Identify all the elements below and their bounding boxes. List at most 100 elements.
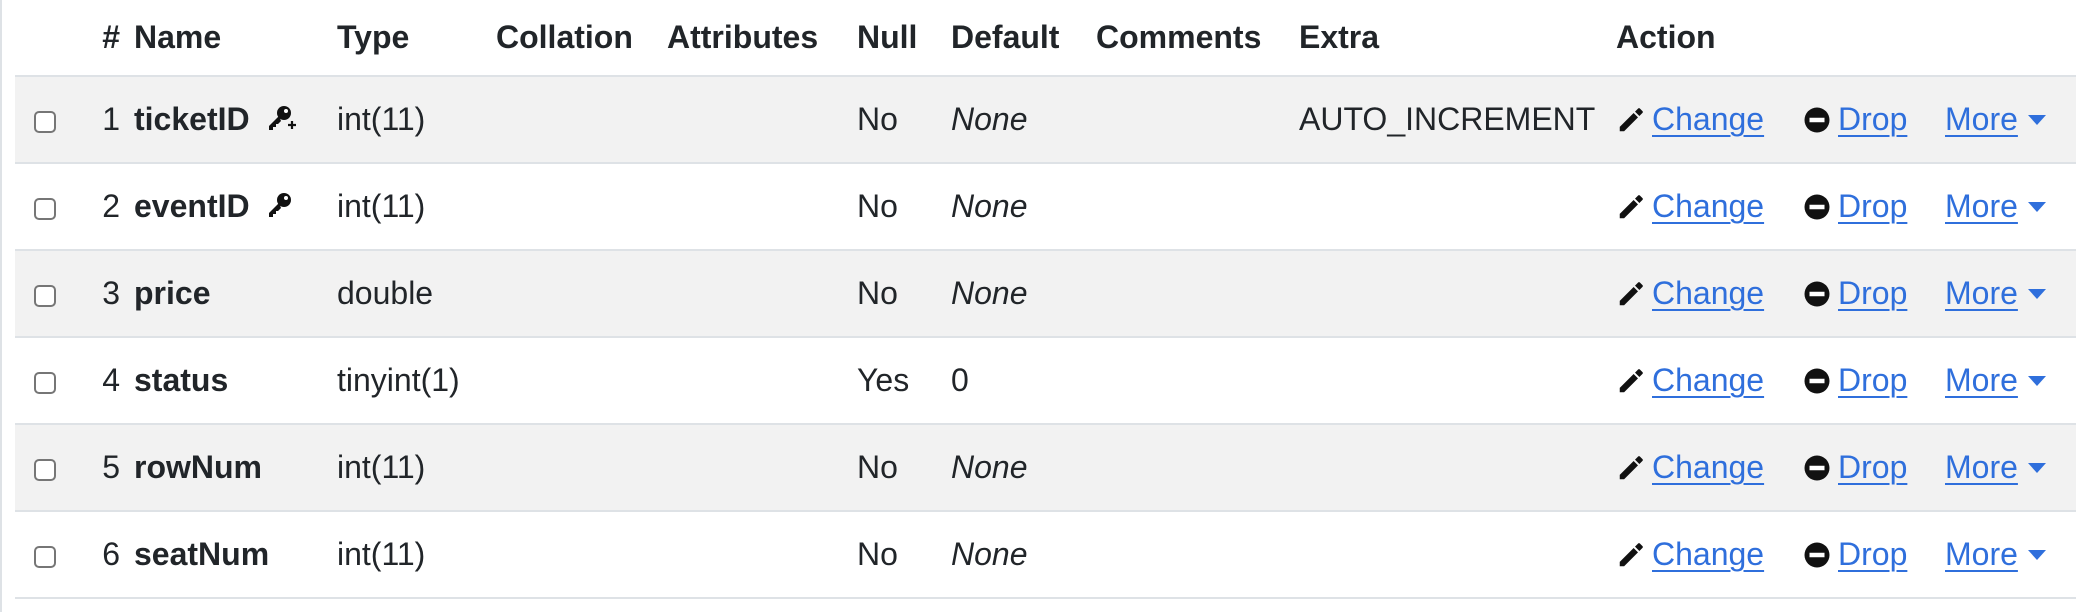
- change-link[interactable]: Change: [1652, 536, 1764, 573]
- column-type: int(11): [337, 449, 426, 485]
- column-comments: [1096, 163, 1299, 250]
- column-name[interactable]: eventID: [134, 188, 250, 224]
- row-checkbox[interactable]: [34, 371, 56, 394]
- column-comments: [1096, 337, 1299, 424]
- column-name[interactable]: rowNum: [134, 449, 262, 485]
- drop-button[interactable]: Drop: [1802, 362, 1945, 399]
- more-link[interactable]: More: [1945, 536, 2018, 573]
- pencil-icon: [1619, 281, 1643, 305]
- row-number: 2: [102, 188, 120, 224]
- column-extra: [1299, 163, 1616, 250]
- more-dropdown[interactable]: More: [1945, 362, 2046, 399]
- column-collation: [496, 76, 667, 163]
- change-button[interactable]: Change: [1616, 275, 1802, 312]
- row-number: 4: [102, 362, 120, 398]
- column-null: No: [857, 275, 898, 311]
- drop-link[interactable]: Drop: [1838, 449, 1907, 486]
- column-comments: [1096, 511, 1299, 598]
- column-collation: [496, 163, 667, 250]
- drop-link[interactable]: Drop: [1838, 275, 1907, 312]
- header-type: Type: [337, 0, 496, 77]
- caret-down-icon: [2027, 375, 2046, 386]
- column-comments: [1096, 76, 1299, 163]
- row-actions: Change Drop More: [1616, 536, 2076, 573]
- minus-circle-icon: [1804, 107, 1830, 132]
- drop-link[interactable]: Drop: [1838, 362, 1907, 399]
- column-default: None: [951, 101, 1028, 137]
- caret-down-icon: [2027, 288, 2046, 299]
- column-name[interactable]: status: [134, 362, 228, 398]
- more-link[interactable]: More: [1945, 275, 2018, 312]
- table-row: 5 rowNum int(11) No None Change Drop Mor…: [15, 424, 2076, 511]
- drop-button[interactable]: Drop: [1802, 101, 1945, 138]
- column-extra: AUTO_INCREMENT: [1299, 101, 1596, 137]
- row-actions: Change Drop More: [1616, 188, 2076, 225]
- left-border: [0, 0, 2, 612]
- column-name[interactable]: ticketID: [134, 101, 250, 137]
- more-link[interactable]: More: [1945, 362, 2018, 399]
- more-dropdown[interactable]: More: [1945, 449, 2046, 486]
- more-dropdown[interactable]: More: [1945, 275, 2046, 312]
- change-link[interactable]: Change: [1652, 188, 1764, 225]
- more-link[interactable]: More: [1945, 188, 2018, 225]
- column-attributes: [667, 250, 857, 337]
- column-collation: [496, 250, 667, 337]
- drop-button[interactable]: Drop: [1802, 188, 1945, 225]
- row-actions: Change Drop More: [1616, 449, 2076, 486]
- row-checkbox[interactable]: [34, 545, 56, 568]
- more-link[interactable]: More: [1945, 101, 2018, 138]
- drop-button[interactable]: Drop: [1802, 275, 1945, 312]
- change-button[interactable]: Change: [1616, 362, 1802, 399]
- more-dropdown[interactable]: More: [1945, 188, 2046, 225]
- minus-circle-icon: [1804, 542, 1830, 567]
- header-extra: Extra: [1299, 0, 1616, 77]
- change-button[interactable]: Change: [1616, 536, 1802, 573]
- drop-link[interactable]: Drop: [1838, 536, 1907, 573]
- more-link[interactable]: More: [1945, 449, 2018, 486]
- column-name[interactable]: price: [134, 275, 210, 311]
- header-collation: Collation: [496, 0, 667, 77]
- table-row: 6 seatNum int(11) No None Change Drop Mo…: [15, 511, 2076, 598]
- column-comments: [1096, 424, 1299, 511]
- drop-button[interactable]: Drop: [1802, 536, 1945, 573]
- caret-down-icon: [2027, 114, 2046, 125]
- change-link[interactable]: Change: [1652, 362, 1764, 399]
- column-type: int(11): [337, 536, 426, 572]
- column-extra: [1299, 511, 1616, 598]
- change-link[interactable]: Change: [1652, 275, 1764, 312]
- change-button[interactable]: Change: [1616, 101, 1802, 138]
- drop-link[interactable]: Drop: [1838, 101, 1907, 138]
- header-checkbox-column: [15, 0, 75, 77]
- column-name[interactable]: seatNum: [134, 536, 269, 572]
- column-type: tinyint(1): [337, 362, 460, 398]
- primary-key-icon: [268, 106, 296, 130]
- change-button[interactable]: Change: [1616, 449, 1802, 486]
- column-comments: [1096, 250, 1299, 337]
- row-number: 5: [102, 449, 120, 485]
- row-actions: Change Drop More: [1616, 362, 2076, 399]
- drop-link[interactable]: Drop: [1838, 188, 1907, 225]
- change-link[interactable]: Change: [1652, 449, 1764, 486]
- minus-circle-icon: [1804, 455, 1830, 480]
- more-dropdown[interactable]: More: [1945, 101, 2046, 138]
- more-dropdown[interactable]: More: [1945, 536, 2046, 573]
- column-attributes: [667, 424, 857, 511]
- drop-button[interactable]: Drop: [1802, 449, 1945, 486]
- change-button[interactable]: Change: [1616, 188, 1802, 225]
- column-default: 0: [951, 362, 969, 398]
- pencil-icon: [1619, 194, 1643, 218]
- row-checkbox[interactable]: [34, 284, 56, 307]
- row-checkbox[interactable]: [34, 197, 56, 220]
- column-default: None: [951, 536, 1028, 572]
- column-attributes: [667, 163, 857, 250]
- header-name[interactable]: Name: [134, 0, 337, 77]
- column-extra: [1299, 337, 1616, 424]
- column-type: double: [337, 275, 434, 311]
- column-attributes: [667, 337, 857, 424]
- header-action: Action: [1616, 0, 2076, 77]
- row-checkbox[interactable]: [34, 110, 56, 133]
- pencil-icon: [1619, 368, 1643, 392]
- table-row: 2 eventID int(11) No None Change Drop Mo…: [15, 163, 2076, 250]
- row-checkbox[interactable]: [34, 458, 56, 481]
- change-link[interactable]: Change: [1652, 101, 1764, 138]
